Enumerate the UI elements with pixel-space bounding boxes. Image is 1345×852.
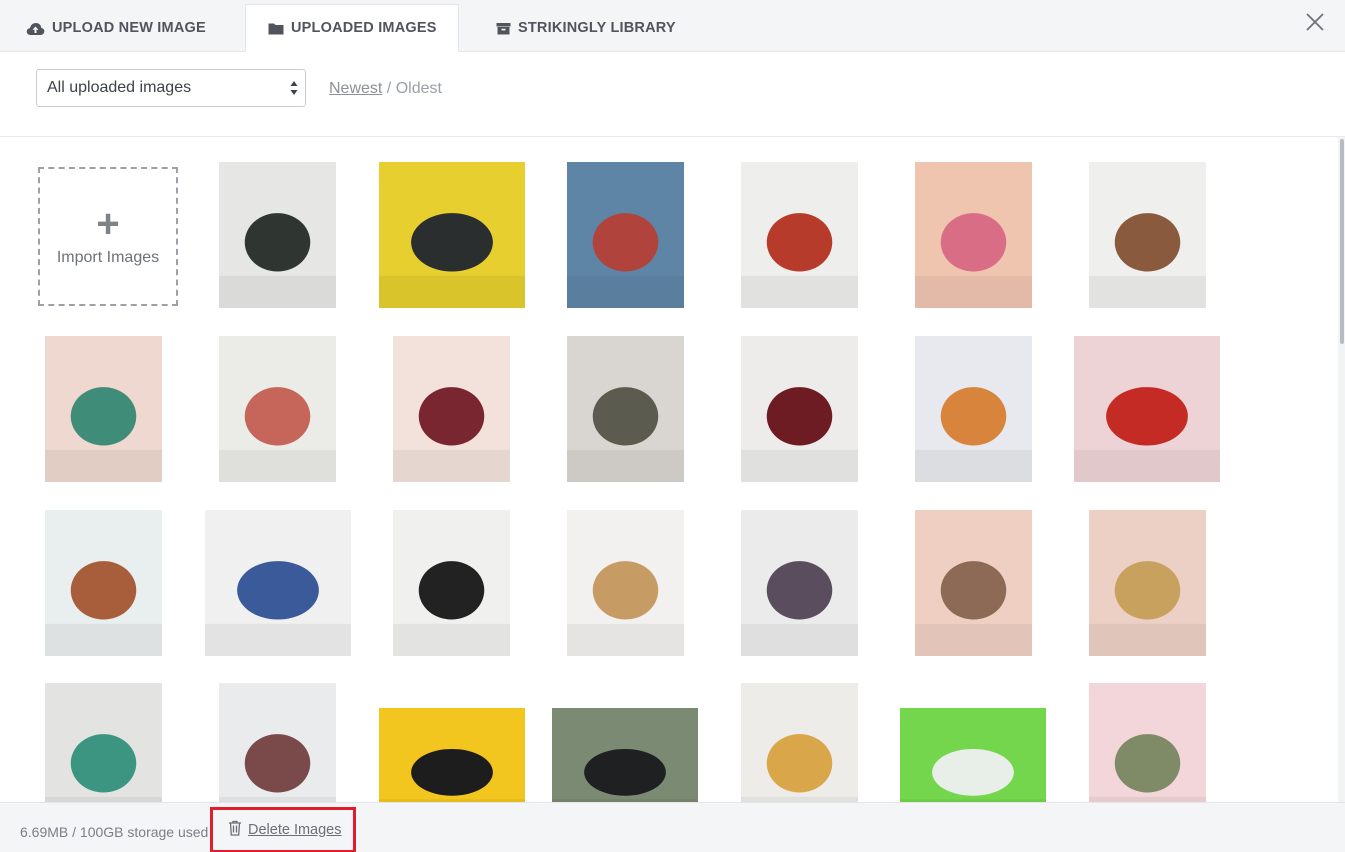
sort-newest-link[interactable]: Newest <box>329 80 382 97</box>
image-thumbnail[interactable] <box>393 336 510 482</box>
image-thumbnail[interactable] <box>219 683 336 802</box>
image-thumbnail[interactable] <box>45 510 162 656</box>
image-thumbnail[interactable] <box>45 683 162 802</box>
image-thumbnail[interactable] <box>567 162 684 308</box>
tab-label: UPLOAD NEW IMAGE <box>52 20 206 36</box>
thumbnail-graphic <box>219 734 336 802</box>
thumbnail-graphic <box>219 387 336 482</box>
import-label: Import Images <box>56 248 160 266</box>
image-thumbnail[interactable] <box>1074 336 1220 482</box>
thumbnail-graphic <box>741 213 858 308</box>
scrollbar-thumb[interactable] <box>1340 139 1344 344</box>
thumbnail-graphic <box>393 387 510 482</box>
image-thumbnail[interactable] <box>379 708 525 802</box>
trash-icon <box>228 820 242 841</box>
storage-usage: 6.69MB / 100GB storage used <box>20 824 209 840</box>
thumbnail-graphic <box>915 561 1032 656</box>
image-thumbnail[interactable] <box>205 510 351 656</box>
sort-options: Newest / Oldest <box>329 80 442 98</box>
thumbnail-graphic <box>205 561 351 656</box>
image-filter-select[interactable]: All uploaded images <box>36 69 306 107</box>
image-thumbnail[interactable] <box>1089 162 1206 308</box>
thumbnail-graphic <box>567 387 684 482</box>
tab-strikingly-library[interactable]: STRIKINGLY LIBRARY <box>496 4 676 52</box>
import-images-button[interactable]: + Import Images <box>38 167 178 306</box>
tab-upload-new-image[interactable]: UPLOAD NEW IMAGE <box>26 4 206 52</box>
thumbnail-graphic <box>45 387 162 482</box>
thumbnail-graphic <box>45 734 162 802</box>
thumbnail-graphic <box>915 213 1032 308</box>
image-thumbnail[interactable] <box>915 510 1032 656</box>
image-thumbnail[interactable] <box>741 683 858 802</box>
image-thumbnail[interactable] <box>379 162 525 308</box>
image-thumbnail[interactable] <box>915 162 1032 308</box>
delete-images-label: Delete Images <box>248 822 342 838</box>
image-thumbnail[interactable] <box>741 510 858 656</box>
thumbnail-graphic <box>1089 213 1206 308</box>
image-thumbnail[interactable] <box>552 708 698 802</box>
image-thumbnail[interactable] <box>900 708 1046 802</box>
thumbnail-graphic <box>219 213 336 308</box>
thumbnail-graphic <box>393 561 510 656</box>
image-thumbnail[interactable] <box>741 336 858 482</box>
tab-uploaded-images[interactable]: UPLOADED IMAGES <box>245 4 459 52</box>
thumbnail-graphic <box>1089 734 1206 802</box>
image-thumbnail[interactable] <box>45 336 162 482</box>
plus-icon: + <box>96 201 120 246</box>
tab-label: STRIKINGLY LIBRARY <box>518 20 676 36</box>
image-thumbnail[interactable] <box>567 510 684 656</box>
filter-bar: All uploaded images Newest / Oldest <box>0 52 1345 137</box>
thumbnail-graphic <box>45 561 162 656</box>
image-thumbnail[interactable] <box>1089 510 1206 656</box>
image-thumbnail[interactable] <box>567 336 684 482</box>
select-arrows-icon <box>290 79 298 102</box>
thumbnail-graphic <box>741 561 858 656</box>
folder-icon <box>268 22 284 35</box>
tab-bar: UPLOAD NEW IMAGE UPLOADED IMAGES STRIKIN… <box>0 0 1345 52</box>
image-thumbnail[interactable] <box>915 336 1032 482</box>
thumbnail-graphic <box>1089 561 1206 656</box>
thumbnail-graphic <box>379 213 525 308</box>
thumbnail-graphic <box>741 734 858 802</box>
thumbnail-graphic <box>900 748 1046 802</box>
image-thumbnail[interactable] <box>393 510 510 656</box>
image-thumbnail[interactable] <box>1089 683 1206 802</box>
cloud-upload-icon <box>26 21 45 36</box>
image-thumbnail[interactable] <box>219 336 336 482</box>
thumbnail-graphic <box>567 561 684 656</box>
footer: 6.69MB / 100GB storage used Delete Image… <box>0 802 1345 852</box>
archive-box-icon <box>496 22 511 35</box>
close-icon[interactable] <box>1305 12 1325 32</box>
thumbnail-graphic <box>915 387 1032 482</box>
select-value: All uploaded images <box>47 79 192 96</box>
image-thumbnail[interactable] <box>219 162 336 308</box>
image-thumbnail[interactable] <box>741 162 858 308</box>
image-grid: + Import Images <box>0 137 1338 802</box>
delete-images-button[interactable]: Delete Images <box>210 807 356 852</box>
sort-separator: / <box>382 80 396 97</box>
tab-label: UPLOADED IMAGES <box>291 20 437 36</box>
thumbnail-graphic <box>741 387 858 482</box>
thumbnail-graphic <box>552 748 698 802</box>
thumbnail-graphic <box>567 213 684 308</box>
thumbnail-graphic <box>1074 387 1220 482</box>
sort-oldest-link[interactable]: Oldest <box>396 80 442 97</box>
thumbnail-graphic <box>379 748 525 802</box>
